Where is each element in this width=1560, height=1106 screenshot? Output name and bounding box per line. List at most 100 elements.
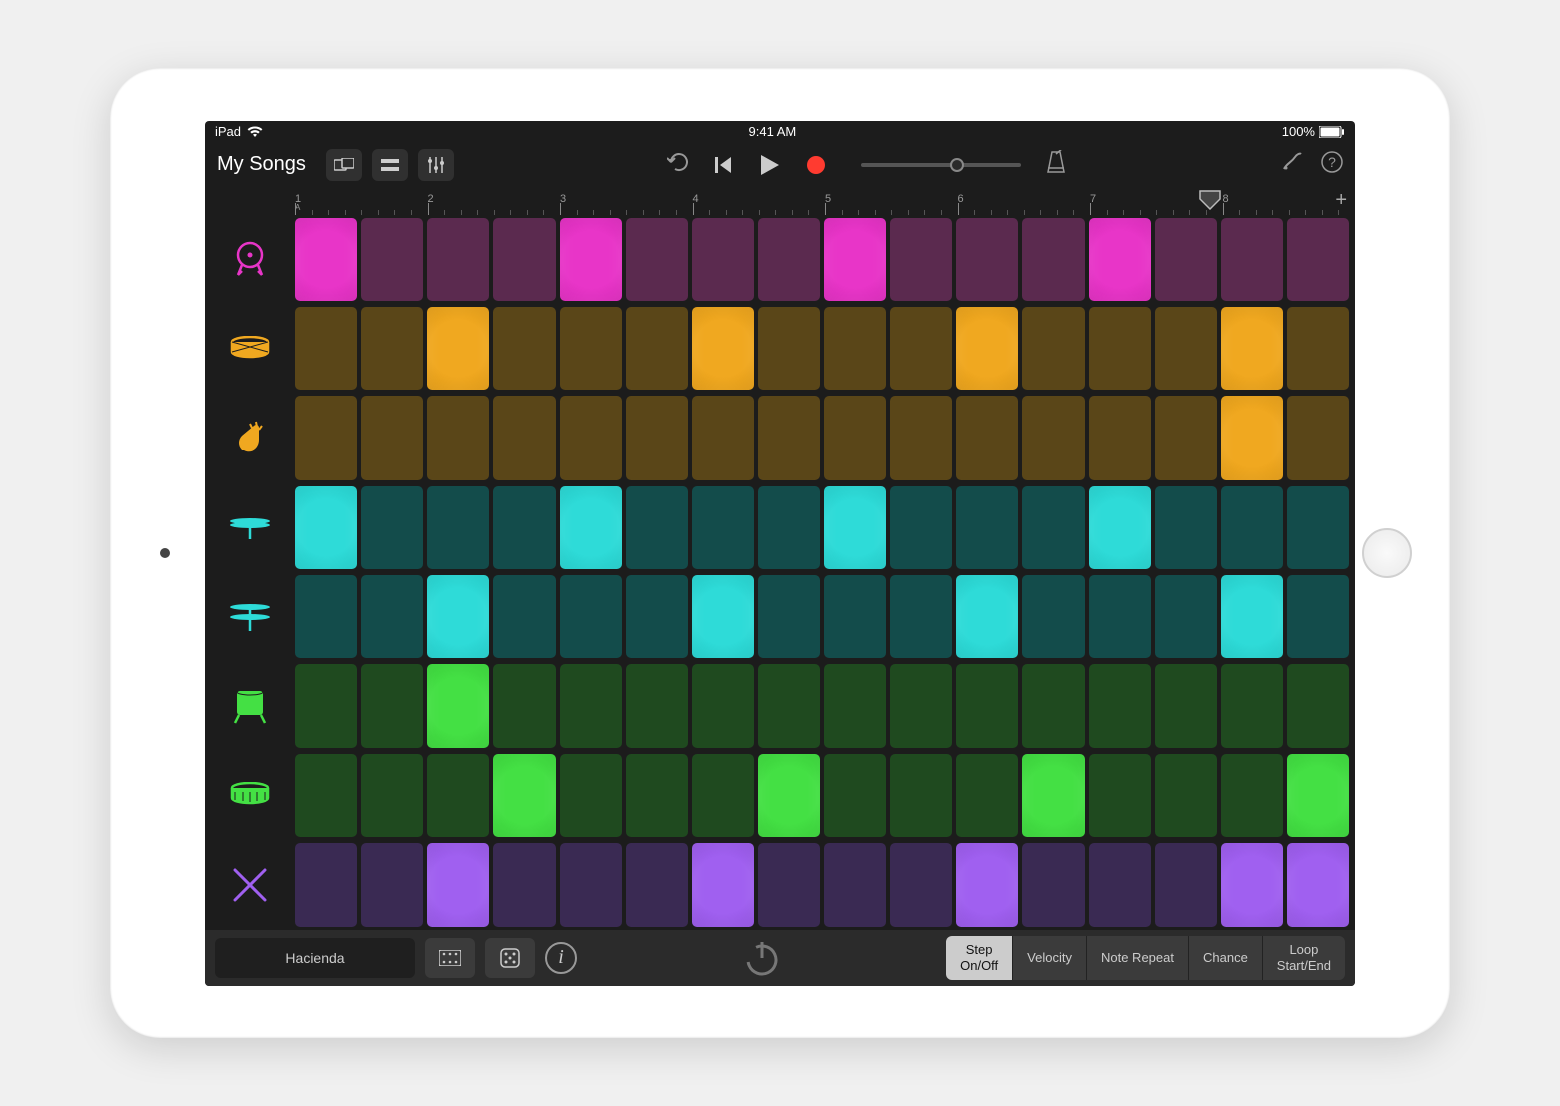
- step-cell[interactable]: [692, 843, 754, 926]
- step-cell[interactable]: [1022, 486, 1084, 569]
- step-cell[interactable]: [361, 396, 423, 479]
- step-cell[interactable]: [1022, 754, 1084, 837]
- clap-icon[interactable]: [205, 393, 295, 482]
- snare2-icon[interactable]: [205, 751, 295, 840]
- step-cell[interactable]: [493, 307, 555, 390]
- sticks-icon[interactable]: [205, 840, 295, 929]
- step-cell[interactable]: [1089, 486, 1151, 569]
- step-cell[interactable]: [1089, 754, 1151, 837]
- step-cell[interactable]: [560, 307, 622, 390]
- step-cell[interactable]: [890, 575, 952, 658]
- step-cell[interactable]: [1221, 575, 1283, 658]
- step-cell[interactable]: [956, 843, 1018, 926]
- step-cell[interactable]: [626, 486, 688, 569]
- settings-button[interactable]: [1281, 151, 1303, 178]
- step-cell[interactable]: [427, 486, 489, 569]
- back-to-songs[interactable]: My Songs: [217, 153, 306, 176]
- step-cell[interactable]: [560, 664, 622, 747]
- browser-button[interactable]: [326, 149, 362, 181]
- step-cell[interactable]: [758, 307, 820, 390]
- step-cell[interactable]: [890, 843, 952, 926]
- mode-chance[interactable]: Chance: [1189, 936, 1263, 980]
- step-cell[interactable]: [493, 396, 555, 479]
- step-cell[interactable]: [956, 575, 1018, 658]
- step-cell[interactable]: [956, 396, 1018, 479]
- step-cell[interactable]: [427, 307, 489, 390]
- step-cell[interactable]: [956, 218, 1018, 301]
- step-cell[interactable]: [1089, 575, 1151, 658]
- mode-velocity[interactable]: Velocity: [1013, 936, 1087, 980]
- step-cell[interactable]: [1221, 218, 1283, 301]
- step-cell[interactable]: [427, 664, 489, 747]
- record-button[interactable]: [807, 156, 825, 174]
- step-cell[interactable]: [361, 843, 423, 926]
- go-to-start-button[interactable]: [715, 156, 733, 174]
- hihat-closed-icon[interactable]: [205, 483, 295, 572]
- step-cell[interactable]: [1287, 486, 1349, 569]
- step-cell[interactable]: [1155, 396, 1217, 479]
- step-cell[interactable]: [1221, 754, 1283, 837]
- random-button[interactable]: [485, 938, 535, 978]
- step-cell[interactable]: [890, 307, 952, 390]
- step-cell[interactable]: [758, 486, 820, 569]
- step-cell[interactable]: [361, 664, 423, 747]
- step-cell[interactable]: [1022, 843, 1084, 926]
- step-cell[interactable]: [824, 754, 886, 837]
- step-cell[interactable]: [1022, 575, 1084, 658]
- step-cell[interactable]: [824, 664, 886, 747]
- step-cell[interactable]: [626, 664, 688, 747]
- step-cell[interactable]: [758, 664, 820, 747]
- preset-selector[interactable]: Hacienda: [215, 938, 415, 978]
- step-cell[interactable]: [758, 754, 820, 837]
- step-cell[interactable]: [1022, 396, 1084, 479]
- step-cell[interactable]: [890, 396, 952, 479]
- step-cell[interactable]: [493, 486, 555, 569]
- step-cell[interactable]: [692, 218, 754, 301]
- step-cell[interactable]: [427, 396, 489, 479]
- step-cell[interactable]: [1089, 218, 1151, 301]
- step-cell[interactable]: [956, 664, 1018, 747]
- step-cell[interactable]: [427, 754, 489, 837]
- step-cell[interactable]: [1287, 396, 1349, 479]
- step-cell[interactable]: [1287, 218, 1349, 301]
- pattern-button[interactable]: [425, 938, 475, 978]
- step-cell[interactable]: [1089, 396, 1151, 479]
- step-cell[interactable]: [493, 754, 555, 837]
- info-button[interactable]: i: [545, 942, 577, 974]
- metronome-button[interactable]: [1045, 150, 1067, 179]
- step-cell[interactable]: [427, 575, 489, 658]
- step-cell[interactable]: [824, 396, 886, 479]
- step-cell[interactable]: [758, 218, 820, 301]
- step-cell[interactable]: [295, 307, 357, 390]
- step-cell[interactable]: [560, 843, 622, 926]
- step-cell[interactable]: [295, 843, 357, 926]
- mode-loop-start-end[interactable]: Loop Start/End: [1263, 936, 1345, 980]
- step-cell[interactable]: [626, 307, 688, 390]
- step-cell[interactable]: [758, 843, 820, 926]
- step-cell[interactable]: [560, 754, 622, 837]
- step-cell[interactable]: [890, 754, 952, 837]
- step-cell[interactable]: [295, 218, 357, 301]
- mode-note-repeat[interactable]: Note Repeat: [1087, 936, 1189, 980]
- step-cell[interactable]: [1221, 307, 1283, 390]
- step-cell[interactable]: [493, 664, 555, 747]
- help-button[interactable]: ?: [1321, 151, 1343, 178]
- kick-icon[interactable]: [205, 215, 295, 304]
- step-cell[interactable]: [427, 843, 489, 926]
- step-cell[interactable]: [1221, 396, 1283, 479]
- mode-step-on-off[interactable]: Step On/Off: [946, 936, 1013, 980]
- step-cell[interactable]: [626, 843, 688, 926]
- step-cell[interactable]: [427, 218, 489, 301]
- step-cell[interactable]: [692, 754, 754, 837]
- step-cell[interactable]: [626, 218, 688, 301]
- step-cell[interactable]: [295, 396, 357, 479]
- step-cell[interactable]: [692, 664, 754, 747]
- step-cell[interactable]: [692, 575, 754, 658]
- tom-icon[interactable]: [205, 661, 295, 750]
- step-cell[interactable]: [361, 307, 423, 390]
- step-cell[interactable]: [1022, 218, 1084, 301]
- step-cell[interactable]: [824, 575, 886, 658]
- step-cell[interactable]: [956, 754, 1018, 837]
- step-cell[interactable]: [1022, 664, 1084, 747]
- step-cell[interactable]: [493, 843, 555, 926]
